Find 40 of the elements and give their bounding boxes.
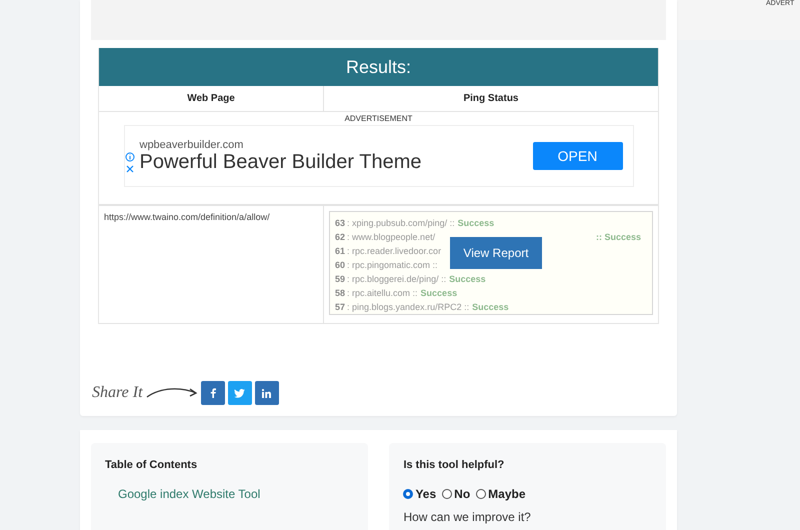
ping-status: Success (458, 217, 494, 230)
radio-icon[interactable] (442, 489, 452, 499)
radio-icon[interactable] (476, 489, 486, 499)
ping-status: :: Success (596, 231, 641, 244)
radio-option[interactable]: Maybe (476, 487, 526, 501)
twitter-icon (234, 388, 246, 398)
radio-option[interactable]: Yes (403, 487, 436, 501)
ad-domain: wpbeaverbuilder.com (140, 138, 244, 150)
web-page-url: https://www.twaino.com/definition/a/allow/ (104, 212, 270, 222)
share-button[interactable] (200, 381, 225, 405)
facebook-icon (210, 388, 216, 398)
ping-entry: 58 : rpc.aitellu.com :: (335, 287, 418, 300)
ad-label: ADVERTISEMENT (344, 114, 412, 123)
open-button[interactable]: OPEN (532, 142, 622, 170)
feedback-question: Is this tool helpful? (403, 459, 506, 471)
contents-title: Table of Contents (105, 459, 198, 471)
ping-entry: 62 : www.blogpeople.net/ (335, 231, 436, 244)
ping-entry: 59 : rpc.bloggerei.de/ping/ :: (335, 273, 446, 286)
curved-arrow-icon (146, 386, 198, 400)
share-button[interactable] (254, 381, 279, 405)
ad-headline: Powerful Beaver Builder Theme (140, 150, 422, 174)
ad-info-icon[interactable] (124, 152, 134, 174)
column-header: Web Page (186, 92, 236, 106)
contents-link[interactable]: Google index Website Tool (118, 487, 354, 501)
ping-entry: 61 : rpc.reader.livedoor.cor (335, 245, 442, 258)
ping-entry: 57 : ping.blogs.yandex.ru/RPC2 :: (335, 301, 470, 314)
linkedin-icon (262, 388, 272, 398)
radio-icon[interactable] (403, 489, 414, 499)
view-report-button[interactable]: View Report (450, 237, 542, 269)
share-button[interactable] (228, 381, 252, 405)
share-label: Share It (92, 384, 143, 402)
radio-option[interactable]: No (442, 487, 470, 501)
ping-status: Success (449, 273, 486, 286)
results-title: Results: (99, 48, 658, 86)
ping-entry: 63 : xping.pubsub.com/ping/ :: (335, 217, 455, 230)
ping-status: Success (472, 301, 509, 314)
column-header: Ping Status (323, 86, 658, 111)
feedback-prompt: How can we improve it? (403, 510, 532, 524)
ping-status: Success (420, 287, 458, 300)
ping-entry: 60 : rpc.pingomatic.com :: (335, 259, 438, 272)
